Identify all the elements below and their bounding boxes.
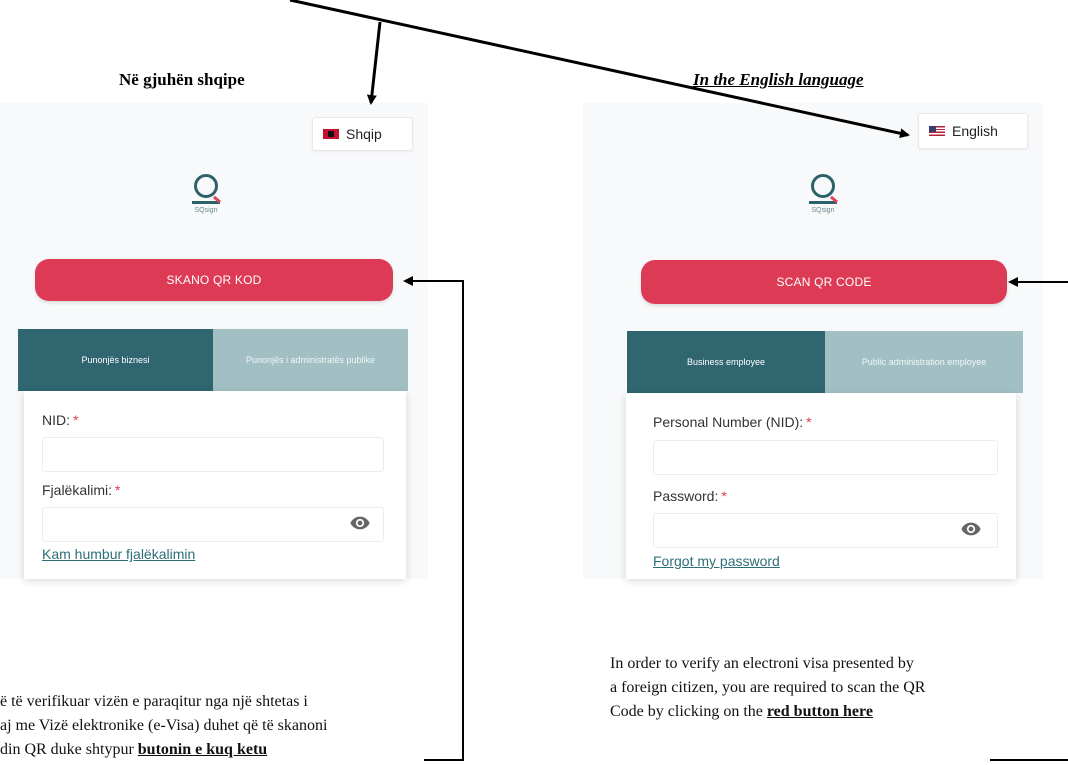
albanian-button-pointer: [403, 276, 464, 761]
annotation-arrows: [289, 0, 1068, 761]
top-callout-arrows: [289, 0, 910, 139]
english-button-pointer: [990, 277, 1068, 761]
